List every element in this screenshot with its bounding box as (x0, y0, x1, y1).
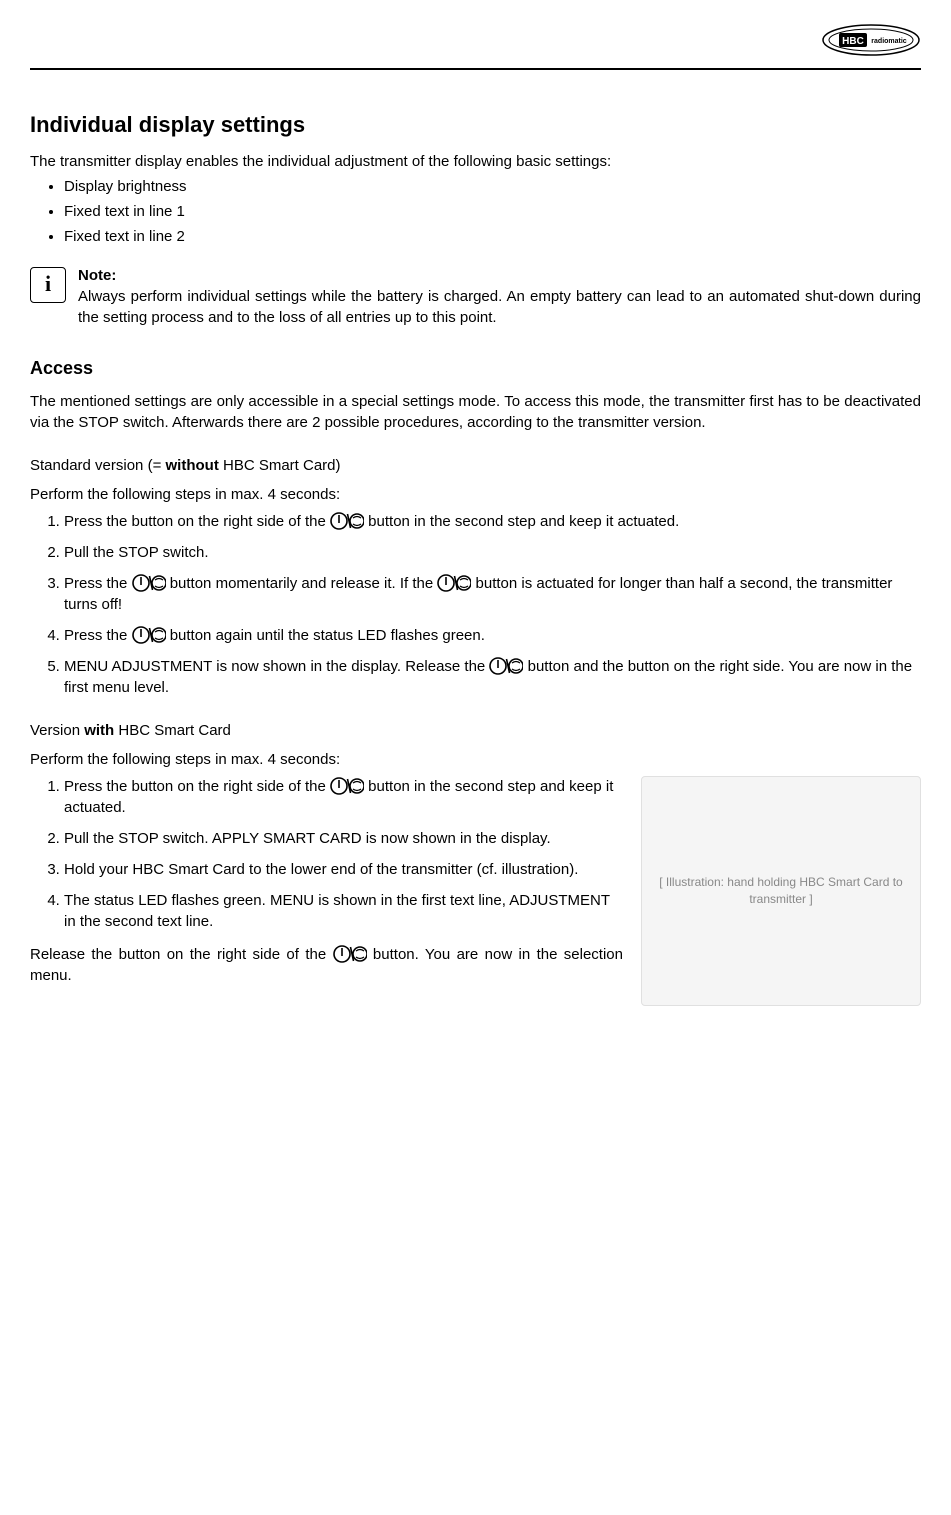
page-title: Individual display settings (30, 110, 921, 141)
info-icon: i (30, 267, 66, 303)
smartcard-after-text: Release the button on the right side of … (30, 944, 623, 986)
intro-bullet: Display brightness (64, 176, 921, 197)
power-horn-icon (132, 625, 166, 645)
intro-section: The transmitter display enables the indi… (30, 151, 921, 247)
intro-bullet-list: Display brightness Fixed text in line 1 … (64, 176, 921, 247)
intro-lead: The transmitter display enables the indi… (30, 151, 921, 172)
standard-version-label: Standard version (= without HBC Smart Ca… (30, 455, 921, 476)
smartcard-step: Pull the STOP switch. APPLY SMART CARD i… (64, 828, 623, 849)
svg-text:HBC: HBC (842, 36, 864, 47)
intro-bullet: Fixed text in line 1 (64, 201, 921, 222)
standard-lead: Perform the following steps in max. 4 se… (30, 484, 921, 505)
note-box: i Note: Always perform individual settin… (30, 265, 921, 328)
power-horn-icon (330, 511, 364, 531)
power-horn-icon (333, 944, 367, 964)
access-intro: The mentioned settings are only accessib… (30, 391, 921, 433)
intro-bullet: Fixed text in line 2 (64, 226, 921, 247)
power-horn-icon (437, 573, 471, 593)
standard-step: MENU ADJUSTMENT is now shown in the disp… (64, 656, 921, 698)
standard-step: Press the button momentarily and release… (64, 573, 921, 615)
smartcard-step: The status LED flashes green. MENU is sh… (64, 890, 623, 932)
standard-steps: Press the button on the right side of th… (64, 511, 921, 698)
standard-step: Press the button on the right side of th… (64, 511, 921, 532)
page-header: HBC radiomatic (30, 20, 921, 70)
smartcard-version-label: Version with HBC Smart Card (30, 720, 921, 741)
smartcard-step: Hold your HBC Smart Card to the lower en… (64, 859, 623, 880)
smartcard-steps-row: Press the button on the right side of th… (30, 776, 921, 1006)
smartcard-steps: Press the button on the right side of th… (64, 776, 623, 932)
power-horn-icon (489, 656, 523, 676)
standard-step: Press the button again until the status … (64, 625, 921, 646)
note-body-text: Always perform individual settings while… (78, 288, 921, 326)
power-horn-icon (330, 776, 364, 796)
svg-text:radiomatic: radiomatic (871, 38, 907, 45)
note-title: Note: (78, 265, 921, 286)
smartcard-step: Press the button on the right side of th… (64, 776, 623, 818)
brand-logo: HBC radiomatic (821, 20, 921, 60)
smartcard-lead: Perform the following steps in max. 4 se… (30, 749, 921, 770)
smartcard-illustration: [ Illustration: hand holding HBC Smart C… (641, 776, 921, 1006)
standard-step: Pull the STOP switch. (64, 542, 921, 563)
access-heading: Access (30, 356, 921, 381)
power-horn-icon (132, 573, 166, 593)
